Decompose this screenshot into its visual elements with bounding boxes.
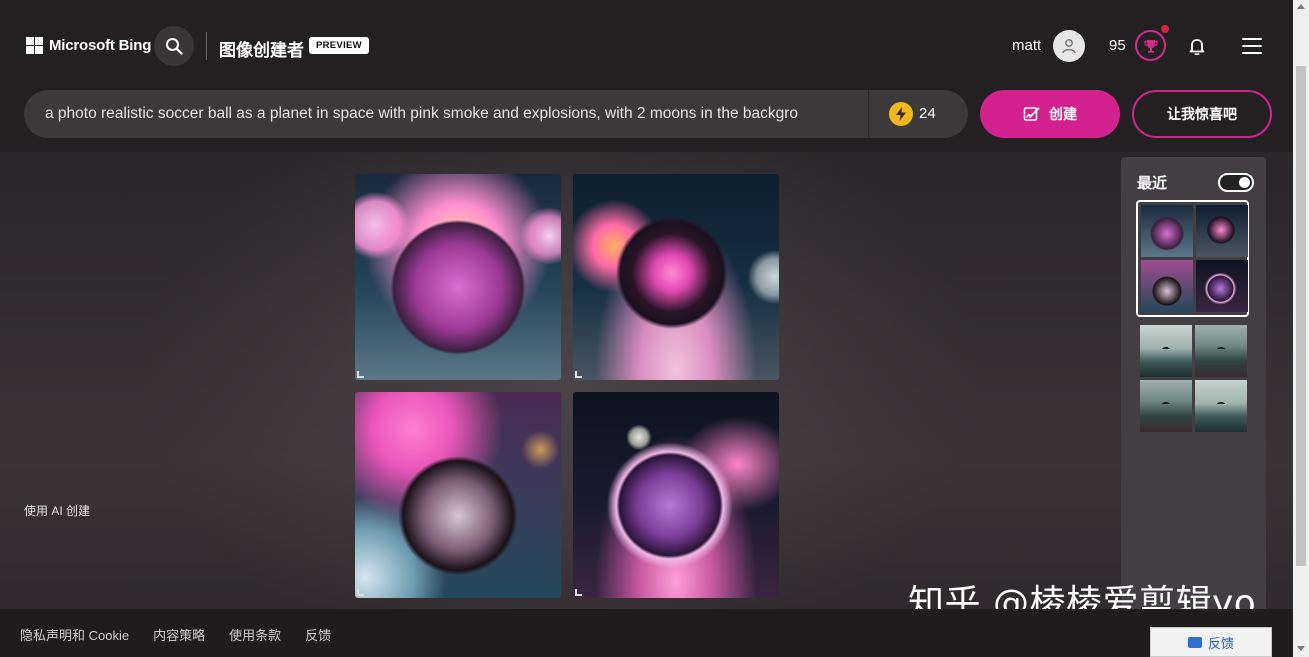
create-button[interactable]: 创建 xyxy=(980,90,1120,138)
user-icon xyxy=(1062,39,1076,54)
brand-name: Microsoft Bing xyxy=(49,37,152,54)
recent-set-current[interactable] xyxy=(1136,200,1249,317)
user-name[interactable]: matt xyxy=(1012,37,1041,54)
generated-image-4[interactable] xyxy=(573,392,779,598)
generated-image-3[interactable] xyxy=(355,392,561,598)
recent-thumb xyxy=(1140,380,1192,432)
bell-icon xyxy=(1189,39,1205,56)
preview-badge: PREVIEW xyxy=(309,37,369,54)
recent-thumb xyxy=(1141,205,1193,257)
notifications-button[interactable] xyxy=(1187,36,1207,61)
microsoft-logo-icon xyxy=(26,37,43,54)
feedback-button-label: 反馈 xyxy=(1207,635,1234,651)
notification-dot xyxy=(1161,25,1169,33)
surprise-me-button[interactable]: 让我惊喜吧 xyxy=(1132,90,1272,138)
trophy-icon xyxy=(1143,39,1158,53)
image-corner-icon xyxy=(357,589,364,596)
feedback-button[interactable]: 反馈 xyxy=(1150,627,1272,657)
boost-icon[interactable] xyxy=(889,102,913,126)
rewards-button[interactable] xyxy=(1135,30,1166,61)
recent-set-previous[interactable] xyxy=(1137,322,1250,435)
search-button[interactable] xyxy=(154,26,194,66)
footer: 隐私声明和 Cookie 内容策略 使用条款 反馈 xyxy=(0,609,1293,657)
recent-thumb xyxy=(1141,260,1193,312)
bing-logo[interactable]: Microsoft Bing xyxy=(26,37,151,54)
generated-image-1[interactable] xyxy=(355,174,561,380)
image-corner-icon xyxy=(575,589,582,596)
feedback-icon xyxy=(1187,636,1202,648)
rewards-points[interactable]: 95 xyxy=(1109,37,1126,54)
recent-thumb xyxy=(1196,260,1248,312)
footer-link-feedback[interactable]: 反馈 xyxy=(305,625,331,644)
footer-link-privacy[interactable]: 隐私声明和 Cookie xyxy=(20,625,129,644)
menu-icon[interactable] xyxy=(1242,38,1262,54)
header-divider xyxy=(206,32,207,60)
create-label: 创建 xyxy=(1049,106,1077,122)
recent-thumb xyxy=(1195,380,1247,432)
scrollbar-thumb[interactable] xyxy=(1296,66,1306,566)
recent-panel: 最近 xyxy=(1121,157,1266,617)
created-with-ai-label: 使用 AI 创建 xyxy=(24,504,91,518)
recent-title: 最近 xyxy=(1137,175,1168,192)
app-title[interactable]: 图像创建者 xyxy=(219,36,304,61)
search-icon xyxy=(166,38,183,55)
avatar[interactable] xyxy=(1053,30,1085,62)
recent-toggle[interactable] xyxy=(1218,173,1254,192)
prompt-divider xyxy=(868,90,869,138)
create-icon xyxy=(1023,107,1040,121)
lightning-icon xyxy=(896,107,906,121)
recent-thumb xyxy=(1140,325,1192,377)
recent-thumb xyxy=(1195,325,1247,377)
prompt-input[interactable]: a photo realistic soccer ball as a plane… xyxy=(24,90,968,138)
generated-image-2[interactable] xyxy=(573,174,779,380)
footer-link-terms[interactable]: 使用条款 xyxy=(229,625,281,644)
prompt-text[interactable]: a photo realistic soccer ball as a plane… xyxy=(45,105,855,123)
scroll-up-icon[interactable] xyxy=(1297,4,1305,9)
image-corner-icon xyxy=(357,371,364,378)
boost-count: 24 xyxy=(919,105,936,122)
image-corner-icon xyxy=(575,371,582,378)
header: Microsoft Bing 图像创建者 PREVIEW matt 95 a p… xyxy=(0,0,1293,152)
footer-link-content-policy[interactable]: 内容策略 xyxy=(153,625,205,644)
scroll-down-icon[interactable] xyxy=(1297,646,1305,651)
recent-thumb xyxy=(1196,205,1248,257)
